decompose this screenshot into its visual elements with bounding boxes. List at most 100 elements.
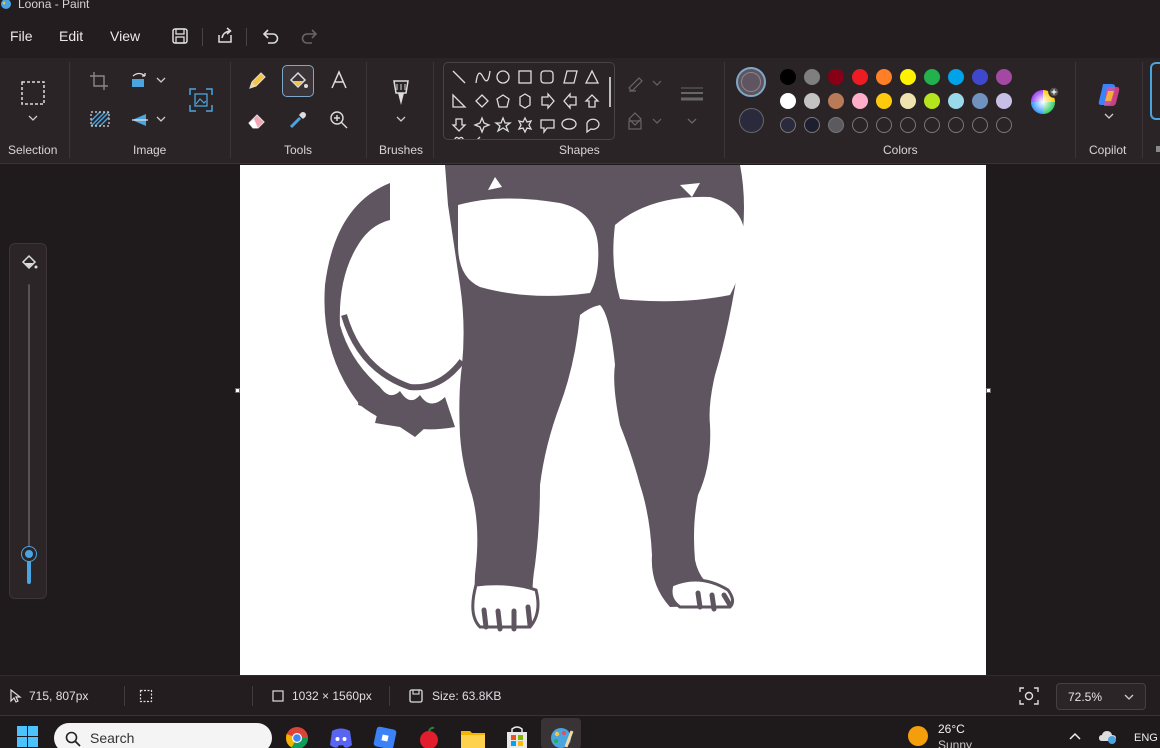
color-swatch[interactable] [972,117,988,133]
flip-chevron-down-icon[interactable] [155,114,167,124]
menu-bar: File Edit View [0,14,1160,58]
onedrive-sync-icon[interactable] [1098,727,1118,745]
file-explorer-icon[interactable] [456,721,490,748]
color-swatch[interactable] [900,69,916,85]
color-swatch[interactable] [876,93,892,109]
color-swatch[interactable] [876,117,892,133]
drawing-canvas[interactable] [240,165,986,675]
color-swatch[interactable] [804,117,820,133]
copilot-icon[interactable] [1095,81,1123,109]
color-swatch[interactable] [780,69,796,85]
resize-icon[interactable] [129,71,151,91]
color-swatch[interactable] [900,117,916,133]
eraser-icon[interactable] [246,109,268,131]
zoom-dropdown[interactable]: 72.5% [1056,683,1146,710]
canvas-resize-handle-right[interactable] [986,388,991,393]
paint-taskbar-icon[interactable] [544,721,578,748]
line-size-icon[interactable] [678,84,706,104]
fill-bucket-icon[interactable] [286,69,310,93]
fill-icon[interactable] [626,110,662,132]
color-swatch[interactable] [852,117,868,133]
color-swatch[interactable] [852,69,868,85]
color-swatch[interactable] [996,93,1012,109]
text-icon[interactable] [328,69,350,91]
primary-color[interactable] [736,67,766,97]
weather-condition[interactable]: Sunny [938,738,972,748]
menu-edit[interactable]: Edit [59,28,83,44]
canvas-resize-handle-left[interactable] [235,388,240,393]
resize-chevron-down-icon[interactable] [155,75,167,85]
status-divider [252,686,253,706]
input-language[interactable]: ENG [1134,732,1158,744]
save-icon[interactable] [169,25,191,47]
color-swatch[interactable] [804,93,820,109]
brush-size-track [28,284,30,584]
color-swatch[interactable] [924,117,940,133]
color-swatch[interactable] [996,117,1012,133]
color-swatch[interactable] [780,117,796,133]
brush-icon[interactable] [389,78,413,108]
taskbar-search[interactable]: Search [54,723,272,748]
apple-app-icon[interactable] [412,721,446,748]
color-swatch[interactable] [972,69,988,85]
image-generator-icon[interactable] [188,87,214,113]
menu-view[interactable]: View [110,28,140,44]
menu-file[interactable]: File [10,28,33,44]
flip-icon[interactable] [129,110,151,130]
menu-divider [246,28,247,46]
color-swatch[interactable] [876,69,892,85]
line-size-chevron-down-icon[interactable] [686,116,698,126]
group-label-copilot: Copilot [1089,143,1127,157]
crop-icon[interactable] [89,71,109,91]
color-swatch[interactable] [972,93,988,109]
share-icon[interactable] [214,25,236,47]
status-divider [124,686,125,706]
color-swatch[interactable] [900,93,916,109]
color-swatch[interactable] [852,93,868,109]
roblox-icon[interactable] [368,721,402,748]
shapes-gallery[interactable] [443,62,615,140]
windows-start-icon[interactable] [17,726,39,748]
color-swatch[interactable] [828,93,844,109]
ribbon-divider [366,62,367,158]
weather-sun-icon[interactable] [907,725,929,747]
fit-to-window-icon[interactable] [1018,686,1040,706]
undo-icon[interactable] [259,25,281,47]
weather-temperature[interactable]: 26°C [938,722,965,736]
copilot-chevron-down-icon[interactable] [1103,111,1115,121]
edit-colors-icon[interactable] [1030,86,1060,116]
brush-size-thumb[interactable] [22,547,36,561]
outline-icon[interactable] [626,73,662,93]
magnifier-icon[interactable] [328,109,350,131]
color-swatch[interactable] [780,93,796,109]
show-hidden-icons-chevron-up-icon[interactable] [1068,730,1082,742]
color-swatch[interactable] [804,69,820,85]
brush-chevron-down-icon[interactable] [395,114,407,124]
select-rectangle-icon[interactable] [20,80,46,106]
color-swatch[interactable] [828,69,844,85]
color-swatch[interactable] [996,69,1012,85]
secondary-color[interactable] [739,108,764,133]
brush-size-slider[interactable] [9,243,47,599]
layers-panel-button[interactable] [1150,62,1160,120]
selection-chevron-down-icon[interactable] [27,113,39,123]
color-picker-icon[interactable] [287,109,309,131]
microsoft-store-icon[interactable] [500,721,534,748]
color-swatch[interactable] [828,117,844,133]
shapes-gallery-icons[interactable] [444,63,615,140]
group-label-shapes: Shapes [559,143,600,157]
color-swatch[interactable] [948,69,964,85]
ribbon-divider [69,62,70,158]
zoom-level: 72.5% [1068,690,1103,704]
color-swatch[interactable] [924,69,940,85]
background-remove-icon[interactable] [89,110,111,130]
selection-size-icon [139,689,153,703]
chrome-icon[interactable] [280,721,314,748]
color-swatch[interactable] [924,93,940,109]
redo-icon[interactable] [299,25,321,47]
color-swatch[interactable] [948,117,964,133]
color-swatch[interactable] [948,93,964,109]
discord-icon[interactable] [324,721,358,748]
pencil-icon[interactable] [246,70,268,92]
search-icon [65,731,81,747]
